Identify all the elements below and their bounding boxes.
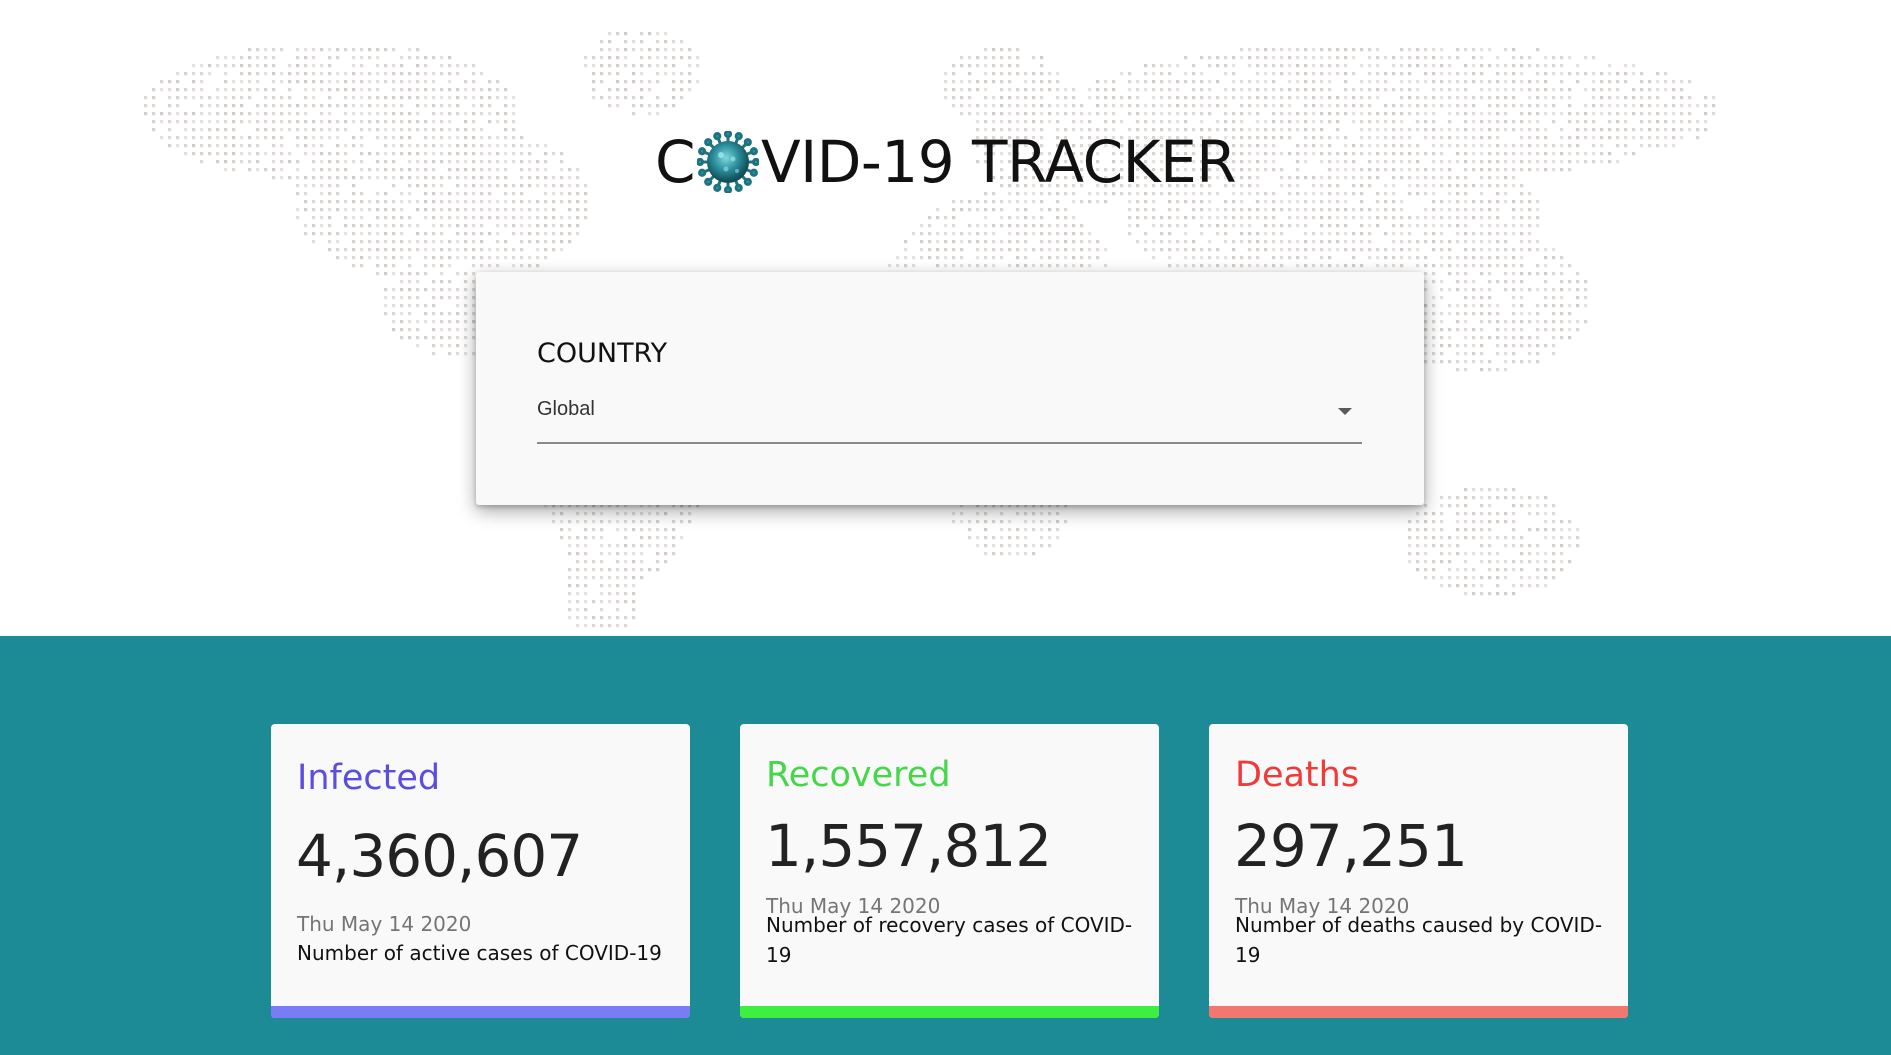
stats-section: Infected 4,360,607 Thu May 14 2020 Numbe… [0,636,1891,1055]
country-select-value: Global [537,398,595,420]
hero-section: C VID-19 TRACKER COUNTRY Global [0,0,1891,636]
dropdown-arrow-icon[interactable] [1338,408,1352,415]
infected-accent-bar [271,1006,690,1018]
deaths-description: Number of deaths caused by COVID-19 [1235,913,1603,967]
recovered-accent-bar [740,1006,1159,1018]
title-prefix: C [654,128,696,196]
coronavirus-icon [696,131,759,193]
deaths-accent-bar [1209,1006,1628,1018]
deaths-title: Deaths [1235,755,1360,795]
recovered-card: Recovered 1,557,812 Thu May 14 2020 Numb… [740,724,1159,1018]
deaths-count: 297,251 [1234,812,1468,880]
recovered-title: Recovered [766,755,951,795]
country-picker-card: COUNTRY Global [476,272,1424,505]
recovered-description: Number of recovery cases of COVID-19 [766,913,1133,967]
country-select[interactable]: Global [537,394,1362,444]
title-suffix: VID-19 TRACKER [760,128,1237,196]
deaths-card: Deaths 297,251 Thu May 14 2020 Number of… [1209,724,1628,1018]
infected-title: Infected [297,758,441,798]
infected-date: Thu May 14 2020 [297,912,472,936]
app-title: C VID-19 TRACKER [0,122,1891,202]
country-label: COUNTRY [537,338,668,369]
recovered-count: 1,557,812 [765,812,1052,880]
infected-count: 4,360,607 [296,822,583,890]
infected-card: Infected 4,360,607 Thu May 14 2020 Numbe… [271,724,690,1018]
infected-description: Number of active cases of COVID-19 [297,941,662,965]
